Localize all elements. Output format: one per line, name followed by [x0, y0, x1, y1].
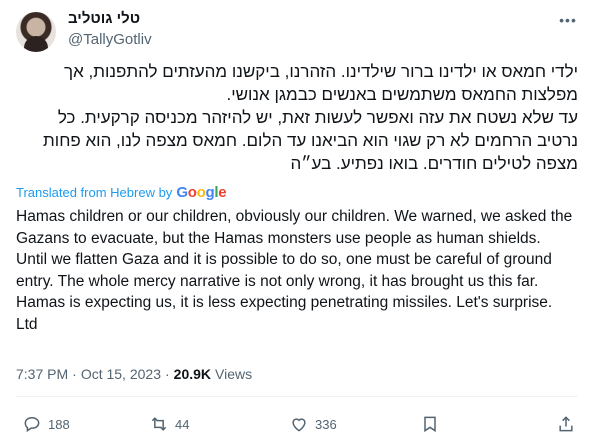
share-icon — [559, 416, 573, 432]
more-icon[interactable]: ••• — [558, 10, 578, 30]
heart-icon — [292, 418, 306, 432]
google-logo: Google — [176, 184, 227, 201]
share-button[interactable] — [556, 414, 576, 434]
like-count: 336 — [315, 416, 337, 432]
tweet-text-translation: Hamas children or our children, obviousl… — [16, 208, 573, 333]
views-label: Views — [215, 366, 253, 382]
meta-separator: · — [164, 366, 170, 382]
repost-count: 44 — [175, 416, 190, 432]
meta-separator: · — [72, 366, 77, 382]
divider — [16, 396, 578, 397]
reply-count: 188 — [48, 416, 70, 432]
author-display-name[interactable]: טלי גוטליב — [68, 10, 140, 27]
reply-button[interactable]: 188 — [22, 414, 70, 434]
bookmark-icon — [424, 416, 436, 433]
tweet-date[interactable]: Oct 15, 2023 — [81, 366, 161, 382]
tweet-text-original: ילדי חמאס או ילדינו ברור שילדינו. הזהרנו… — [43, 62, 578, 173]
tweet-header: טלי גוטליב @TallyGotliv ••• — [16, 0, 578, 60]
action-bar: 188 44 336 — [16, 410, 578, 440]
translated-label: Translated from Hebrew by — [16, 185, 173, 200]
like-button[interactable]: 336 — [289, 414, 337, 434]
repost-icon — [151, 417, 167, 431]
avatar[interactable] — [16, 12, 56, 52]
tweet-time[interactable]: 7:37 PM — [16, 366, 68, 382]
tweet-meta: 7:37 PM · Oct 15, 2023 · 20.9K Views — [16, 366, 252, 382]
reply-icon — [24, 416, 40, 433]
bookmark-button[interactable] — [420, 414, 440, 434]
author-handle[interactable]: @TallyGotliv — [68, 31, 152, 48]
translation-attribution[interactable]: Translated from Hebrew by Google — [16, 184, 227, 201]
repost-button[interactable]: 44 — [149, 414, 189, 434]
views-count[interactable]: 20.9K — [174, 366, 211, 382]
